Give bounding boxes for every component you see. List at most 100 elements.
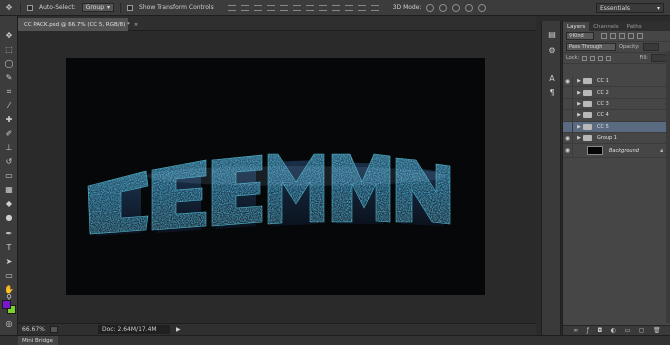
new-group-icon[interactable]: ▭ (625, 327, 631, 334)
move-tool-icon[interactable]: ✥ (3, 30, 15, 41)
character-icon[interactable]: A (547, 73, 557, 83)
history-icon[interactable]: ▤ (547, 29, 557, 39)
expand-triangle-icon[interactable]: ▶ (575, 112, 583, 118)
3d-rotate-icon[interactable] (426, 3, 435, 12)
adjustment-filter-icon[interactable] (610, 33, 616, 39)
status-menu-arrow-icon[interactable]: ▶ (176, 326, 181, 333)
history-brush-tool-icon[interactable]: ↺ (3, 156, 15, 167)
align-center-icon[interactable] (279, 4, 288, 11)
eye-icon[interactable]: ◉ (563, 98, 573, 110)
lock-transparent-icon[interactable] (582, 55, 588, 61)
fx-icon[interactable]: ƒ (587, 327, 589, 334)
distribute-top-icon[interactable] (305, 4, 314, 11)
status-export-icon[interactable] (50, 326, 58, 333)
eye-icon[interactable]: ◉ (563, 145, 573, 157)
paragraph-icon[interactable]: ¶ (547, 87, 557, 97)
eye-icon[interactable]: ◉ (563, 132, 573, 144)
align-right-icon[interactable] (292, 4, 301, 11)
kind-filter-dropdown[interactable]: ⚲ Kind (566, 32, 594, 40)
expand-triangle-icon[interactable]: ▶ (575, 78, 583, 84)
opacity-field[interactable] (642, 43, 659, 51)
lock-position-icon[interactable] (598, 55, 604, 61)
new-layer-icon[interactable]: ▢ (639, 327, 645, 334)
distribute-right-icon[interactable] (370, 4, 379, 11)
lock-pixels-icon[interactable] (590, 55, 596, 61)
divider (20, 2, 21, 13)
layer-row[interactable]: ◉ ▶ CC 1 (563, 75, 670, 88)
mini-bridge-tab[interactable]: Mini Bridge (18, 336, 58, 345)
marquee-tool-icon[interactable]: ⬚ (3, 44, 15, 55)
blur-tool-icon[interactable]: ◆ (3, 198, 15, 209)
rectangle-tool-icon[interactable]: ▭ (3, 270, 15, 281)
3d-roll-icon[interactable] (439, 3, 448, 12)
layer-row[interactable]: ◉ Background 🔒︎ (563, 144, 670, 159)
distribute-center-icon[interactable] (357, 4, 366, 11)
layer-row[interactable]: ◉ ▶ CC 5 (563, 121, 670, 133)
tab-paths[interactable]: Paths (623, 22, 646, 31)
pen-tool-icon[interactable]: ✒ (3, 228, 15, 239)
layer-row[interactable]: ◉ ▶ CC 2 (563, 87, 670, 99)
brush-tool-icon[interactable]: ✐ (3, 128, 15, 139)
options-bar: ✥ Auto-Select: Group ▾ Show Transform Con… (0, 0, 670, 16)
align-left-icon[interactable] (266, 4, 275, 11)
show-transform-checkbox[interactable] (127, 4, 134, 11)
layer-row[interactable]: ◉ ▶ CC 3 (563, 98, 670, 111)
eye-icon[interactable]: ◉ (563, 87, 573, 99)
distribute-middle-icon[interactable] (318, 4, 327, 11)
blend-mode-dropdown[interactable]: Pass Through (566, 43, 616, 51)
path-selection-tool-icon[interactable]: ➤ (3, 256, 15, 267)
eye-icon[interactable]: ◉ (563, 121, 573, 133)
eye-icon[interactable]: ◉ (563, 75, 573, 87)
distribute-bottom-icon[interactable] (331, 4, 340, 11)
3d-scale-icon[interactable] (478, 3, 487, 12)
lock-all-icon[interactable] (606, 55, 612, 61)
mask-icon[interactable]: ◘ (597, 327, 602, 334)
foreground-color-swatch[interactable] (2, 300, 11, 309)
move-tool-icon[interactable]: ✥ (4, 3, 14, 13)
quick-select-tool-icon[interactable]: ✎ (3, 72, 15, 83)
smart-object-filter-icon[interactable] (637, 33, 643, 39)
3d-slide-icon[interactable] (465, 3, 474, 12)
type-tool-icon[interactable]: T (3, 242, 15, 253)
align-bottom-icon[interactable] (253, 4, 262, 11)
align-middle-icon[interactable] (240, 4, 249, 11)
layer-row[interactable]: ◉ ▶ Group 1 (563, 132, 670, 145)
tab-channels[interactable]: Channels (589, 22, 622, 31)
lasso-tool-icon[interactable]: ◯ (3, 58, 15, 69)
align-top-icon[interactable] (227, 4, 236, 11)
workspace-dropdown[interactable]: Essentials ▾ (596, 3, 664, 13)
quick-mask-icon[interactable]: ◎ (3, 318, 15, 329)
eraser-tool-icon[interactable]: ▭ (3, 170, 15, 181)
eyedropper-tool-icon[interactable]: ⁄ (3, 100, 15, 111)
expand-triangle-icon[interactable]: ▶ (575, 90, 583, 96)
close-icon[interactable]: × (134, 22, 139, 28)
adjustment-layer-icon[interactable]: ◐ (611, 327, 616, 334)
auto-select-checkbox[interactable] (27, 4, 33, 11)
crop-tool-icon[interactable]: ⌗ (3, 86, 15, 97)
clone-stamp-tool-icon[interactable]: ⊥ (3, 142, 15, 153)
gradient-tool-icon[interactable]: ▦ (3, 184, 15, 195)
layer-row[interactable]: ◉ ▶ CC 4 (563, 109, 670, 122)
trash-icon[interactable]: 🗑︎ (653, 327, 661, 334)
auto-select-dropdown[interactable]: Group ▾ (81, 3, 115, 12)
layers-scrollbar[interactable] (666, 51, 670, 323)
3d-drag-icon[interactable] (452, 3, 461, 12)
expand-triangle-icon[interactable]: ▶ (575, 135, 583, 141)
pixel-filter-icon[interactable] (601, 33, 607, 39)
document-canvas[interactable] (66, 58, 485, 295)
zoom-level[interactable]: 66.67% (22, 326, 45, 333)
properties-icon[interactable]: ⚙ (547, 45, 557, 55)
layer-name: CC 4 (597, 112, 609, 119)
link-layers-icon[interactable]: ∞ (573, 327, 578, 334)
shape-filter-icon[interactable] (628, 33, 634, 39)
expand-triangle-icon[interactable]: ▶ (575, 101, 583, 107)
tab-layers[interactable]: Layers (563, 22, 590, 31)
fill-field[interactable] (651, 54, 667, 62)
expand-triangle-icon[interactable]: ▶ (575, 124, 583, 130)
type-filter-icon[interactable] (619, 33, 625, 39)
healing-brush-tool-icon[interactable]: ✚ (3, 114, 15, 125)
dodge-tool-icon[interactable]: ● (3, 212, 15, 223)
document-tab[interactable]: CC PACK.psd @ 66.7% (CC 5, RGB/8) * × (18, 18, 138, 31)
eye-icon[interactable]: ◉ (563, 109, 573, 121)
distribute-left-icon[interactable] (344, 4, 353, 11)
